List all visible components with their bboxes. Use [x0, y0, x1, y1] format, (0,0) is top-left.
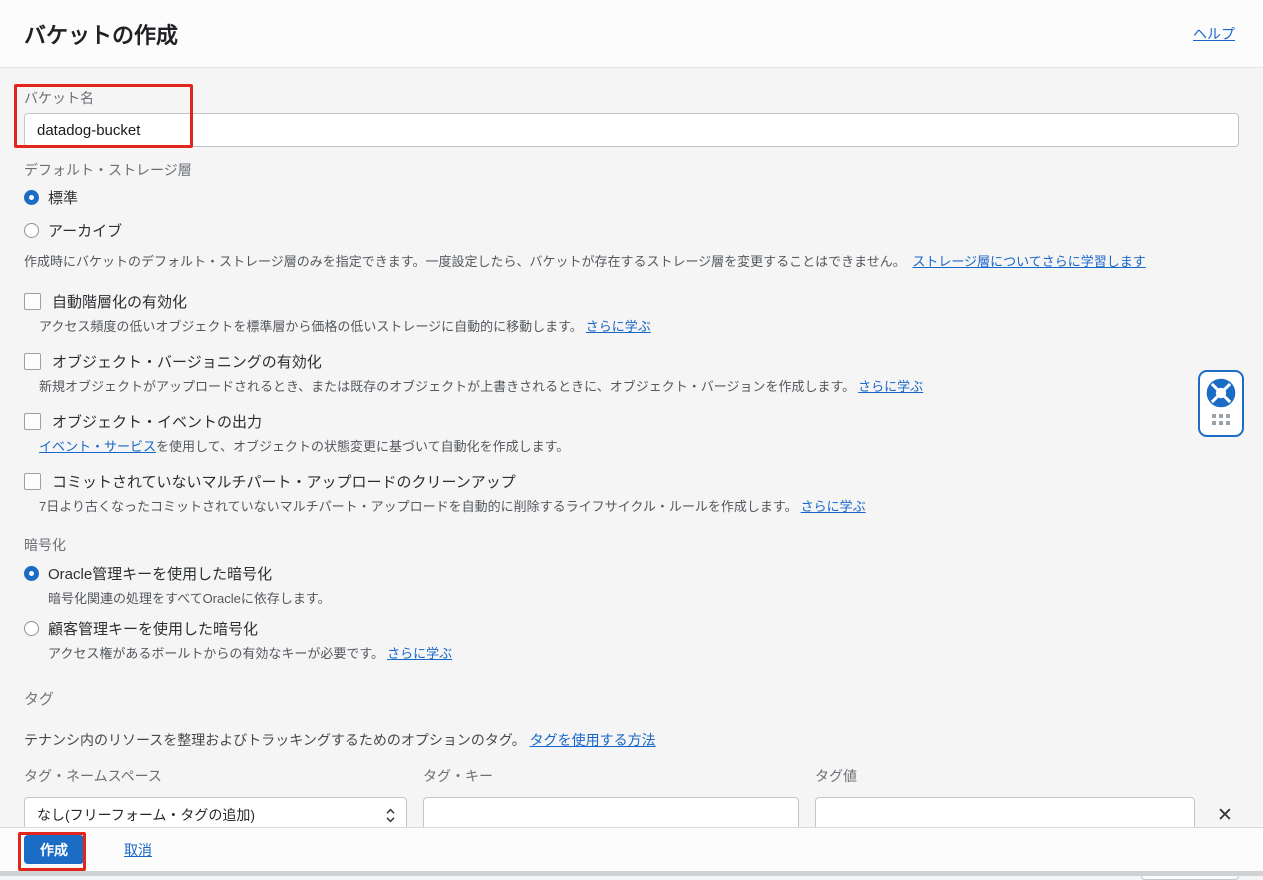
storage-tier-learn-link[interactable]: ストレージ層についてさらに学習します — [912, 254, 1145, 269]
tag-namespace-value: なし(フリーフォーム・タグの追加) — [37, 805, 255, 825]
tag-row: タグ・ネームスペース なし(フリーフォーム・タグの追加) タグ・キー タグ値 ✕ — [24, 766, 1239, 833]
learn-more-link[interactable]: さらに学ぶ — [586, 319, 651, 334]
radio-row[interactable]: Oracle管理キーを使用した暗号化 — [24, 563, 1239, 584]
storage-tier-option-archive[interactable]: アーカイブ — [24, 220, 1239, 241]
radio-label: 顧客管理キーを使用した暗号化 — [48, 618, 258, 639]
help-link[interactable]: ヘルプ — [1193, 24, 1235, 44]
checkbox-label[interactable]: 自動階層化の有効化 — [52, 291, 187, 312]
tags-description: テナンシ内のリソースを整理およびトラッキングするためのオプションのタグ。 タグを… — [24, 730, 1239, 750]
option-emit-object-events: オブジェクト・イベントの出力 イベント・サービスを使用して、オブジェクトの状態変… — [24, 411, 1239, 455]
events-service-link[interactable]: イベント・サービス — [39, 439, 156, 454]
tag-namespace-label: タグ・ネームスペース — [24, 766, 407, 786]
radio-selected-icon[interactable] — [24, 566, 39, 581]
tag-namespace-column: タグ・ネームスペース なし(フリーフォーム・タグの追加) — [24, 766, 407, 833]
radio-label: 標準 — [48, 187, 78, 208]
checkbox-icon[interactable] — [24, 353, 41, 370]
encryption-option-customer-managed: 顧客管理キーを使用した暗号化 アクセス権があるボールトからの有効なキーが必要です… — [24, 618, 1239, 662]
create-button[interactable]: 作成 — [24, 835, 84, 864]
option-description: 7日より古くなったコミットされていないマルチパート・アップロードを自動的に削除す… — [39, 496, 1239, 515]
checkbox-icon[interactable] — [24, 293, 41, 310]
page-header: バケットの作成 ヘルプ — [0, 0, 1263, 68]
form-footer: 作成 取消 — [0, 827, 1263, 871]
storage-tier-option-standard[interactable]: 標準 — [24, 187, 1239, 208]
checkbox-icon[interactable] — [24, 473, 41, 490]
create-bucket-form: バケット名 デフォルト・ストレージ層 標準 アーカイブ 作成時にバケットのデフォ… — [0, 69, 1263, 880]
radio-selected-icon[interactable] — [24, 190, 39, 205]
radio-row[interactable]: 顧客管理キーを使用した暗号化 — [24, 618, 1239, 639]
learn-more-link[interactable]: さらに学ぶ — [801, 499, 866, 514]
storage-tier-helper: 作成時にバケットのデフォルト・ストレージ層のみを指定できます。一度設定したら、バ… — [24, 251, 1239, 270]
tag-value-label: タグ値 — [815, 766, 1195, 786]
option-description: 暗号化関連の処理をすべてOracleに依存します。 — [48, 588, 1239, 607]
encryption-label: 暗号化 — [24, 535, 1239, 555]
checkbox-icon[interactable] — [24, 413, 41, 430]
encryption-option-oracle-managed: Oracle管理キーを使用した暗号化 暗号化関連の処理をすべてOracleに依存… — [24, 563, 1239, 607]
tags-usage-link[interactable]: タグを使用する方法 — [530, 732, 656, 748]
bottom-strip — [0, 871, 1263, 876]
learn-more-link[interactable]: さらに学ぶ — [387, 646, 452, 661]
option-description: イベント・サービスを使用して、オブジェクトの状態変更に基づいて自動化を作成します… — [39, 436, 1239, 455]
tag-key-column: タグ・キー — [423, 766, 799, 833]
tag-value-column: タグ値 — [815, 766, 1195, 833]
option-object-versioning: オブジェクト・バージョニングの有効化 新規オブジェクトがアップロードされるとき、… — [24, 351, 1239, 395]
page-title: バケットの作成 — [24, 18, 178, 50]
radio-unselected-icon[interactable] — [24, 223, 39, 238]
select-stepper-icon — [385, 807, 396, 824]
cancel-link[interactable]: 取消 — [124, 840, 152, 860]
option-description: 新規オブジェクトがアップロードされるとき、または既存のオブジェクトが上書きされる… — [39, 376, 1239, 395]
life-buoy-icon[interactable] — [1206, 378, 1236, 408]
floating-help-widget[interactable] — [1198, 370, 1244, 437]
radio-unselected-icon[interactable] — [24, 621, 39, 636]
tag-key-label: タグ・キー — [423, 766, 799, 786]
checkbox-label[interactable]: オブジェクト・イベントの出力 — [52, 411, 262, 432]
radio-label: アーカイブ — [48, 220, 122, 241]
drag-handle-dots-icon[interactable] — [1212, 414, 1230, 425]
helper-text: 作成時にバケットのデフォルト・ストレージ層のみを指定できます。一度設定したら、バ… — [24, 254, 906, 269]
checkbox-label[interactable]: コミットされていないマルチパート・アップロードのクリーンアップ — [52, 471, 516, 492]
option-auto-tiering: 自動階層化の有効化 アクセス頻度の低いオブジェクトを標準層から価格の低いストレー… — [24, 291, 1239, 335]
bucket-name-input[interactable] — [24, 113, 1239, 147]
storage-tier-label: デフォルト・ストレージ層 — [24, 160, 1239, 180]
option-description: アクセス頻度の低いオブジェクトを標準層から価格の低いストレージに自動的に移動しま… — [39, 316, 1239, 335]
radio-label: Oracle管理キーを使用した暗号化 — [48, 563, 272, 584]
bucket-name-label: バケット名 — [24, 88, 1239, 108]
tags-section-heading: タグ — [24, 688, 1239, 709]
option-description: アクセス権があるボールトからの有効なキーが必要です。さらに学ぶ — [48, 643, 1239, 662]
checkbox-label[interactable]: オブジェクト・バージョニングの有効化 — [52, 351, 322, 372]
option-multipart-cleanup: コミットされていないマルチパート・アップロードのクリーンアップ 7日より古くなっ… — [24, 471, 1239, 515]
learn-more-link[interactable]: さらに学ぶ — [858, 379, 923, 394]
